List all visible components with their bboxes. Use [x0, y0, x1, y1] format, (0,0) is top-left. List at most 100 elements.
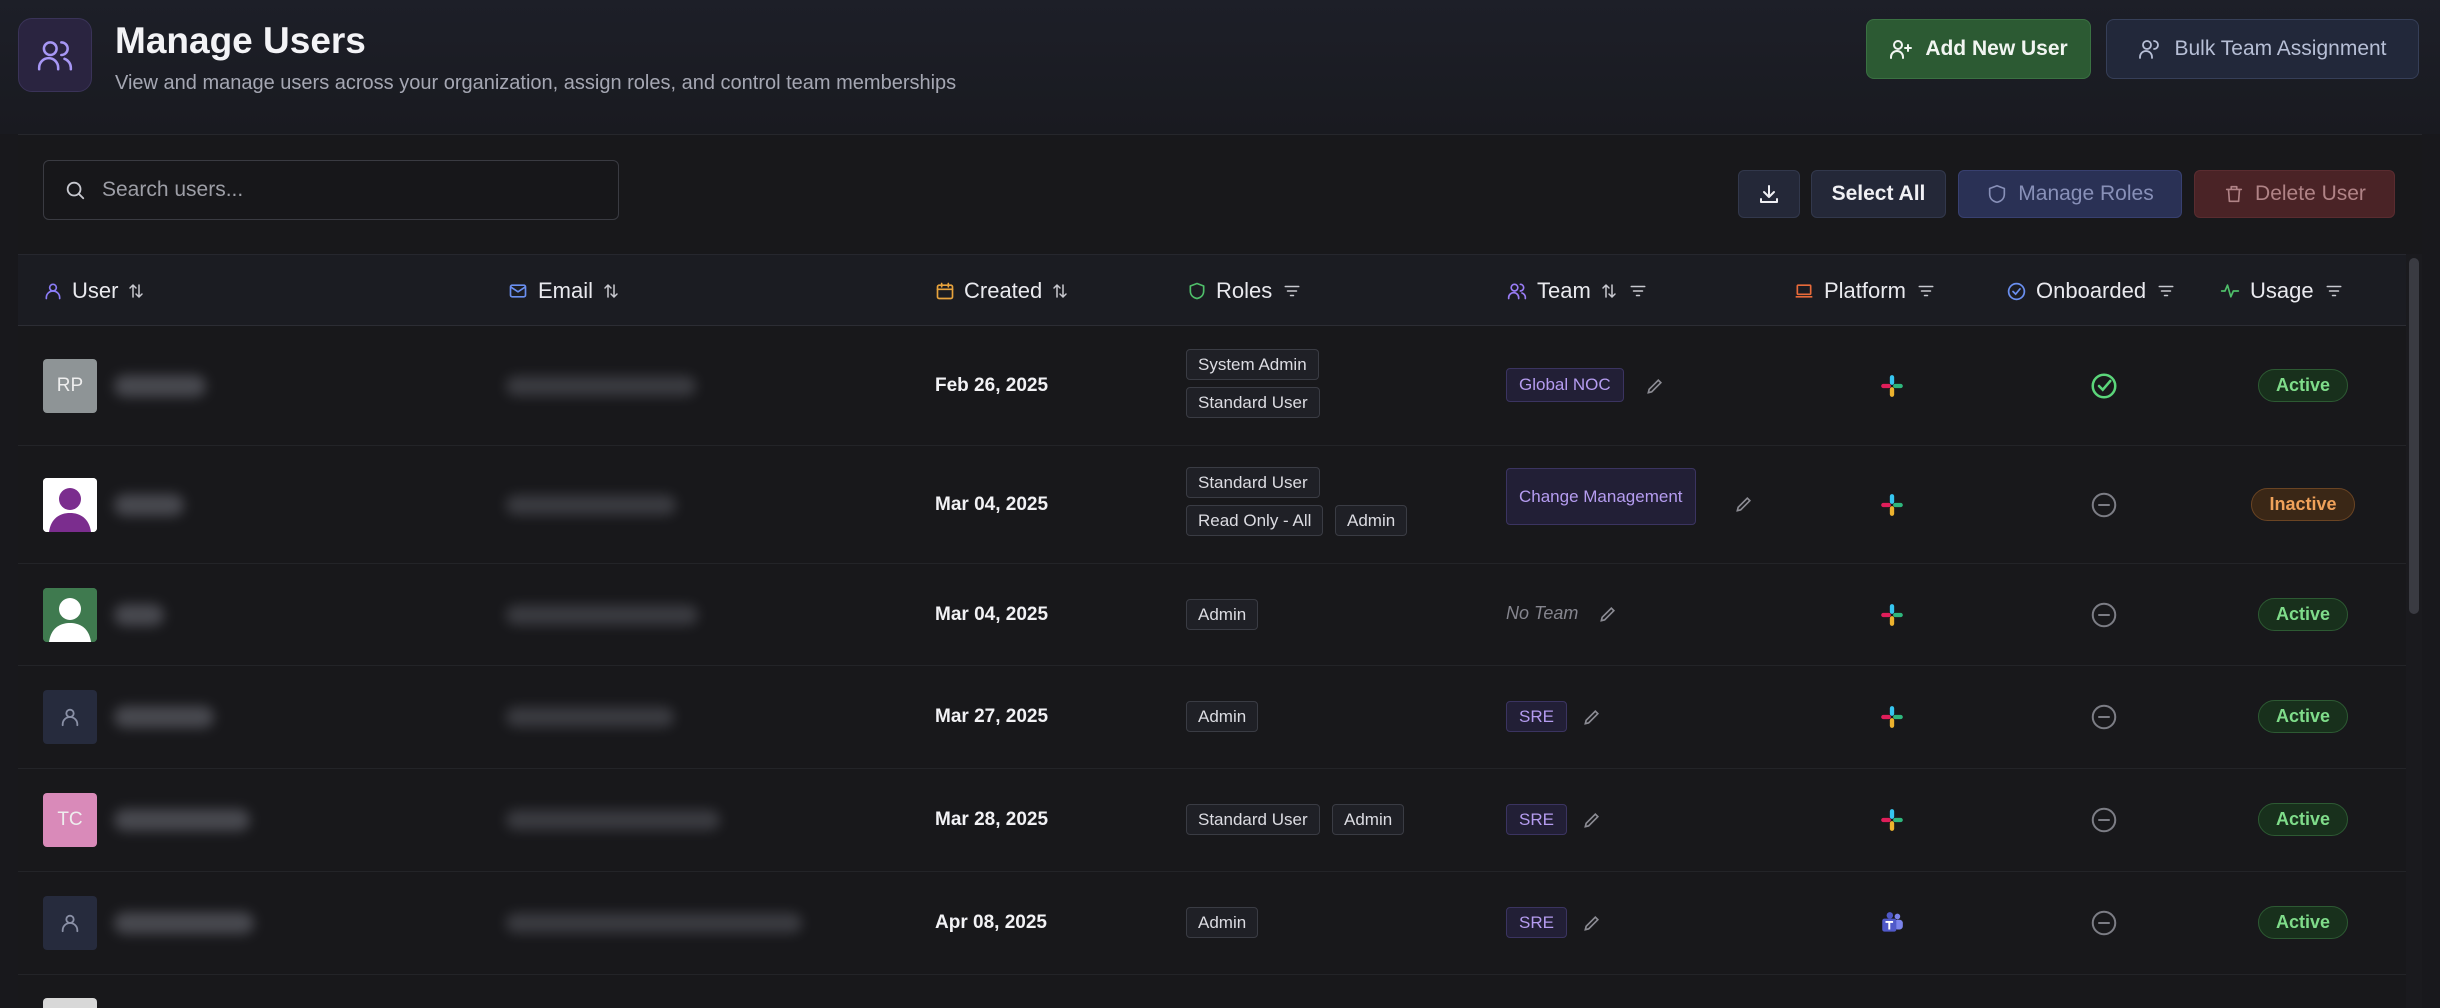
- mail-icon: [507, 281, 529, 301]
- team-tag[interactable]: Global NOC: [1506, 368, 1624, 402]
- search-box[interactable]: [43, 160, 619, 220]
- user-email-redacted: [506, 913, 802, 933]
- avatar: [43, 690, 97, 744]
- role-tag: Read Only - All: [1186, 505, 1324, 536]
- sort-icon[interactable]: [1600, 282, 1618, 300]
- sort-icon[interactable]: [127, 282, 145, 300]
- status-badge: Active: [2258, 369, 2348, 402]
- role-tag: Admin: [1186, 907, 1259, 938]
- manage-roles-label: Manage Roles: [2018, 182, 2154, 205]
- user-email-redacted: [506, 376, 696, 396]
- edit-team-icon[interactable]: [1582, 913, 1602, 933]
- created-date: Feb 26, 2025: [935, 375, 1049, 396]
- column-header-user[interactable]: User: [43, 255, 145, 327]
- sort-icon[interactable]: [602, 282, 620, 300]
- column-header-created[interactable]: Created: [935, 255, 1069, 327]
- table-row[interactable]: TC Mar 28, 2025 Standard User Admin SRE …: [18, 769, 2406, 872]
- column-header-platform[interactable]: Platform: [1793, 255, 1937, 327]
- slack-icon: [1874, 802, 1910, 838]
- onboarded-check-icon: [2086, 368, 2122, 404]
- column-header-team[interactable]: Team: [1506, 255, 1649, 327]
- role-tag: Standard User: [1186, 387, 1320, 418]
- edit-team-icon[interactable]: [1734, 494, 1754, 514]
- created-date: Apr 08, 2025: [935, 912, 1047, 933]
- table-row[interactable]: Mar 27, 2025 Admin SRE Active: [18, 666, 2406, 769]
- column-header-usage[interactable]: Usage: [2219, 255, 2345, 327]
- column-header-email[interactable]: Email: [507, 255, 620, 327]
- download-icon: [1757, 182, 1781, 206]
- column-header-platform-label: Platform: [1824, 278, 1906, 303]
- slack-icon: [1874, 487, 1910, 523]
- user-name-redacted: [114, 912, 254, 934]
- delete-user-button[interactable]: Delete User: [2194, 170, 2395, 218]
- avatar-initials: TC: [57, 809, 83, 830]
- user-email-redacted: [506, 495, 676, 515]
- team-tag[interactable]: SRE: [1506, 804, 1567, 835]
- team-tag[interactable]: SRE: [1506, 907, 1567, 938]
- table-row[interactable]: Apr 08, 2025 Admin SRE Active: [18, 872, 2406, 975]
- created-date: Mar 04, 2025: [935, 494, 1049, 515]
- column-header-email-label: Email: [538, 278, 594, 303]
- user-name-redacted: [114, 706, 214, 728]
- avatar: [43, 998, 97, 1008]
- avatar: TC: [43, 793, 97, 847]
- column-header-onboarded[interactable]: Onboarded: [2006, 255, 2177, 327]
- bulk-team-assignment-button[interactable]: Bulk Team Assignment: [2106, 19, 2419, 79]
- column-header-roles[interactable]: Roles: [1187, 255, 1303, 327]
- created-date: Mar 28, 2025: [935, 809, 1049, 830]
- bulk-team-assignment-label: Bulk Team Assignment: [2174, 37, 2387, 60]
- not-onboarded-icon: [2086, 487, 2122, 523]
- add-new-user-button[interactable]: Add New User: [1866, 19, 2091, 79]
- select-all-label: Select All: [1831, 182, 1926, 205]
- role-tag: Standard User: [1186, 804, 1320, 835]
- column-header-created-label: Created: [964, 278, 1043, 303]
- no-team-label: No Team: [1506, 603, 1579, 623]
- table-header: User Email Created Roles Team Platform O…: [18, 254, 2406, 326]
- calendar-icon: [935, 281, 955, 301]
- filter-icon[interactable]: [2323, 282, 2345, 300]
- role-tag: Standard User: [1186, 467, 1320, 498]
- user-name-redacted: [114, 604, 164, 626]
- slack-icon: [1874, 368, 1910, 404]
- user-email-redacted: [506, 605, 698, 625]
- edit-team-icon[interactable]: [1645, 376, 1665, 396]
- export-button[interactable]: [1738, 170, 1800, 218]
- team-tag[interactable]: Change Management: [1506, 468, 1696, 525]
- table-row[interactable]: Mar 04, 2025 Admin No Team Active: [18, 564, 2406, 666]
- not-onboarded-icon: [2086, 905, 2122, 941]
- users-icon: [1506, 281, 1528, 301]
- edit-team-icon[interactable]: [1582, 707, 1602, 727]
- slack-icon: [1874, 597, 1910, 633]
- table-row[interactable]: RP Feb 26, 2025 System Admin Standard Us…: [18, 326, 2406, 446]
- user-icon: [43, 281, 63, 301]
- created-date: Mar 27, 2025: [935, 706, 1049, 727]
- user-placeholder-icon: [59, 912, 81, 934]
- not-onboarded-icon: [2086, 802, 2122, 838]
- avatar: [43, 588, 97, 642]
- role-tag: Admin: [1186, 701, 1259, 732]
- search-input[interactable]: [102, 178, 582, 202]
- page-subtitle: View and manage users across your organi…: [115, 72, 957, 94]
- user-plus-icon: [1889, 37, 1913, 61]
- sort-icon[interactable]: [1051, 282, 1069, 300]
- laptop-icon: [1793, 281, 1815, 301]
- activity-icon: [2219, 281, 2241, 301]
- team-tag[interactable]: SRE: [1506, 701, 1567, 732]
- edit-team-icon[interactable]: [1598, 604, 1618, 624]
- filter-icon[interactable]: [1281, 282, 1303, 300]
- filter-icon[interactable]: [1627, 282, 1649, 300]
- created-date: Mar 04, 2025: [935, 604, 1049, 625]
- filter-icon[interactable]: [1915, 282, 1937, 300]
- column-header-roles-label: Roles: [1216, 278, 1273, 303]
- table-row[interactable]: Mar 04, 2025 Standard User Read Only - A…: [18, 446, 2406, 564]
- edit-team-icon[interactable]: [1582, 810, 1602, 830]
- not-onboarded-icon: [2086, 699, 2122, 735]
- filter-icon[interactable]: [2155, 282, 2177, 300]
- table-scrollbar[interactable]: [2406, 254, 2422, 1008]
- manage-roles-button[interactable]: Manage Roles: [1958, 170, 2182, 218]
- select-all-button[interactable]: Select All: [1811, 170, 1946, 218]
- role-tag: Admin: [1335, 505, 1408, 536]
- column-header-user-label: User: [72, 278, 119, 303]
- scrollbar-thumb[interactable]: [2409, 258, 2419, 614]
- avatar: [43, 478, 97, 532]
